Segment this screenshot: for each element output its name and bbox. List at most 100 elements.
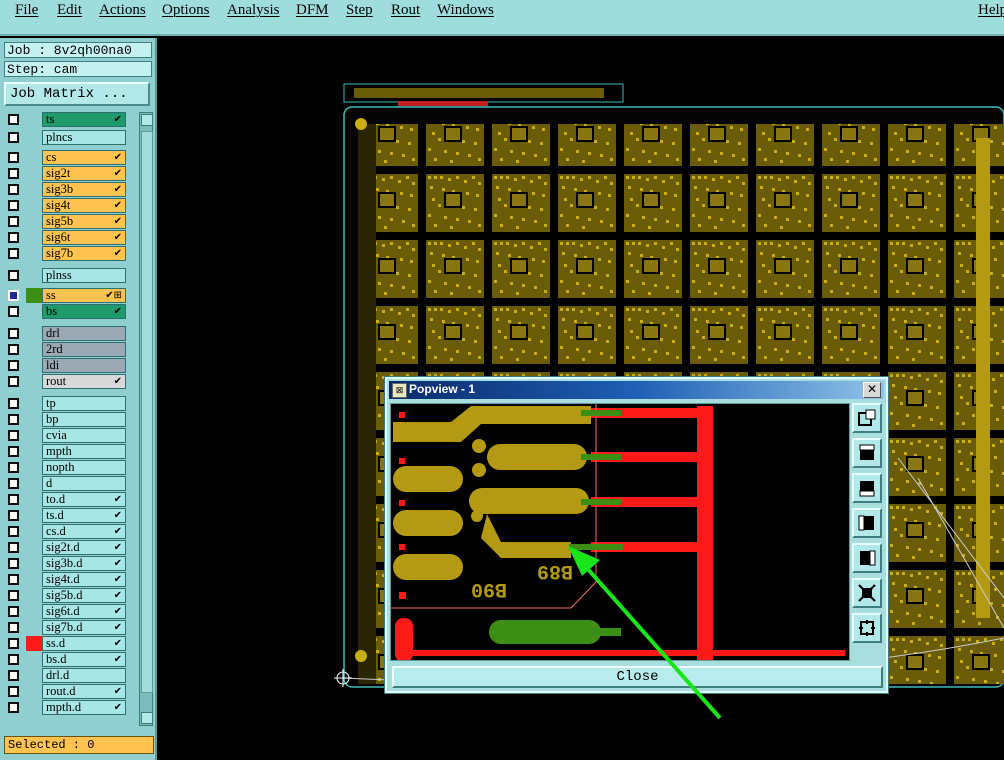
menu-step[interactable]: Step — [346, 2, 373, 19]
layer-name[interactable]: sig5b ✔ — [42, 214, 126, 229]
layer-row-2rd[interactable]: 2rd — [4, 342, 126, 357]
layer-checkbox[interactable] — [8, 360, 19, 371]
layer-row-mpth-d[interactable]: mpth.d ✔ — [4, 700, 126, 715]
layer-name[interactable]: sig7b ✔ — [42, 246, 126, 261]
layer-name[interactable]: ss.d ✔ — [42, 636, 126, 651]
layer-checkbox[interactable] — [8, 558, 19, 569]
layer-row-tp[interactable]: tp — [4, 396, 126, 411]
layer-color-cell[interactable] — [26, 700, 42, 715]
layer-checkbox[interactable] — [8, 132, 19, 143]
pan-up-icon[interactable] — [852, 438, 882, 468]
layer-checkbox[interactable] — [8, 114, 19, 125]
menu-dfm[interactable]: DFM — [296, 2, 329, 19]
layer-row-plncs[interactable]: plncs — [4, 130, 126, 145]
layer-name[interactable]: rout.d ✔ — [42, 684, 126, 699]
layer-checkbox[interactable] — [8, 462, 19, 473]
scroll-up-arrow-icon[interactable] — [141, 114, 153, 126]
layer-color-cell[interactable] — [26, 444, 42, 459]
layer-checkbox[interactable] — [8, 510, 19, 521]
layer-color-cell[interactable] — [26, 396, 42, 411]
layer-color-cell[interactable] — [26, 604, 42, 619]
layer-name[interactable]: to.d ✔ — [42, 492, 126, 507]
layer-color-cell[interactable] — [26, 556, 42, 571]
layer-row-sig2t[interactable]: sig2t ✔ — [4, 166, 126, 181]
pan-right-icon[interactable] — [852, 543, 882, 573]
zoom-out-icon[interactable] — [852, 613, 882, 643]
layer-name[interactable]: drl — [42, 326, 126, 341]
layer-row-cs-d[interactable]: cs.d ✔ — [4, 524, 126, 539]
layer-name[interactable]: sig2t.d ✔ — [42, 540, 126, 555]
layer-checkbox[interactable] — [8, 248, 19, 259]
layer-checkbox[interactable] — [8, 376, 19, 387]
layer-color-cell[interactable] — [26, 304, 42, 319]
layer-color-cell[interactable] — [26, 198, 42, 213]
layer-name[interactable]: ts ✔ — [42, 112, 126, 127]
layer-color-cell[interactable] — [26, 636, 42, 651]
layer-color-cell[interactable] — [26, 214, 42, 229]
layer-checkbox[interactable] — [8, 446, 19, 457]
layer-checkbox[interactable] — [8, 168, 19, 179]
layer-color-cell[interactable] — [26, 182, 42, 197]
layer-color-cell[interactable] — [26, 358, 42, 373]
layer-checkbox[interactable] — [8, 494, 19, 505]
layer-color-cell[interactable] — [26, 540, 42, 555]
layer-name[interactable]: d — [42, 476, 126, 491]
layer-checkbox[interactable] — [8, 686, 19, 697]
layer-checkbox[interactable] — [8, 638, 19, 649]
layer-checkbox[interactable] — [8, 200, 19, 211]
layer-color-cell[interactable] — [26, 268, 42, 283]
layer-checkbox[interactable] — [8, 670, 19, 681]
layer-name[interactable]: mpth.d ✔ — [42, 700, 126, 715]
layer-name[interactable]: tp — [42, 396, 126, 411]
layer-name[interactable]: rout ✔ — [42, 374, 126, 389]
layer-color-cell[interactable] — [26, 288, 42, 303]
layer-color-cell[interactable] — [26, 150, 42, 165]
layer-checkbox[interactable] — [8, 328, 19, 339]
layer-row-ss[interactable]: ss ✔⊞ — [4, 288, 126, 303]
layer-name[interactable]: bs.d ✔ — [42, 652, 126, 667]
layer-name[interactable]: sig4t ✔ — [42, 198, 126, 213]
layer-color-cell[interactable] — [26, 166, 42, 181]
layer-row-sig7b[interactable]: sig7b ✔ — [4, 246, 126, 261]
layer-checkbox[interactable] — [8, 216, 19, 227]
layer-color-cell[interactable] — [26, 588, 42, 603]
layer-name[interactable]: sig5b.d ✔ — [42, 588, 126, 603]
layer-color-cell[interactable] — [26, 246, 42, 261]
layer-color-cell[interactable] — [26, 412, 42, 427]
layer-name[interactable]: plnss — [42, 268, 126, 283]
layer-checkbox[interactable] — [8, 270, 19, 281]
layer-row-sig5b-d[interactable]: sig5b.d ✔ — [4, 588, 126, 603]
menu-rout[interactable]: Rout — [391, 2, 420, 19]
layer-name[interactable]: cvia — [42, 428, 126, 443]
layer-row-drl-d[interactable]: drl.d — [4, 668, 126, 683]
layer-name[interactable]: ts.d ✔ — [42, 508, 126, 523]
scroll-down-arrow-icon[interactable] — [141, 712, 153, 724]
layer-color-cell[interactable] — [26, 460, 42, 475]
layer-color-cell[interactable] — [26, 652, 42, 667]
layer-checkbox[interactable] — [8, 606, 19, 617]
menu-options[interactable]: Options — [162, 2, 210, 19]
layer-row-sig6t[interactable]: sig6t ✔ — [4, 230, 126, 245]
layer-name[interactable]: ss ✔⊞ — [42, 288, 126, 303]
layer-scrollbar[interactable] — [139, 112, 153, 726]
layer-checkbox[interactable] — [8, 152, 19, 163]
menu-help[interactable]: Help — [978, 2, 1004, 19]
layer-color-cell[interactable] — [26, 620, 42, 635]
layer-row-rout-d[interactable]: rout.d ✔ — [4, 684, 126, 699]
layer-name[interactable]: sig3b ✔ — [42, 182, 126, 197]
scroll-thumb[interactable] — [141, 131, 153, 693]
layer-row-bs-d[interactable]: bs.d ✔ — [4, 652, 126, 667]
popview-titlebar[interactable]: ⊠ Popview - 1 ✕ — [389, 381, 884, 399]
menu-analysis[interactable]: Analysis — [227, 2, 280, 19]
layer-name[interactable]: sig4t.d ✔ — [42, 572, 126, 587]
menu-windows[interactable]: Windows — [437, 2, 494, 19]
layer-row-ss-d[interactable]: ss.d ✔ — [4, 636, 126, 651]
layer-color-cell[interactable] — [26, 374, 42, 389]
layer-checkbox[interactable] — [8, 398, 19, 409]
layer-color-cell[interactable] — [26, 230, 42, 245]
layer-row-bp[interactable]: bp — [4, 412, 126, 427]
layer-row-to-d[interactable]: to.d ✔ — [4, 492, 126, 507]
layer-checkbox[interactable] — [8, 430, 19, 441]
layer-checkbox[interactable] — [8, 232, 19, 243]
pan-down-icon[interactable] — [852, 473, 882, 503]
